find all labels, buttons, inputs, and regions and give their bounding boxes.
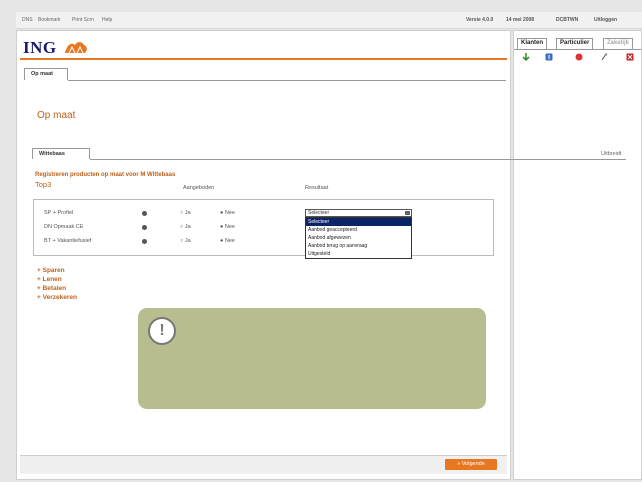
expand-link[interactable]: Uitbreidt (601, 151, 621, 157)
info-icon[interactable] (142, 225, 147, 230)
info-icon[interactable] (142, 239, 147, 244)
tab-wittebaas[interactable]: Wittebaas (32, 148, 90, 159)
dropdown-option[interactable]: Aanbod afgewezen (306, 234, 411, 242)
next-button[interactable]: » Volgende (445, 459, 497, 470)
section-subtitle: Top3 (35, 180, 52, 189)
version-label: Versie 4.0.0 (466, 17, 494, 23)
user-id-label: DCBTWN (556, 17, 579, 23)
radio-ja-label: Ja (184, 210, 191, 216)
link-sparen[interactable]: + Sparen (37, 267, 65, 274)
chevron-down-icon[interactable] (405, 211, 410, 215)
radio-ja[interactable]: ○ Ja (180, 224, 191, 230)
tab-particulier[interactable]: Particulier (556, 38, 594, 49)
result-select[interactable]: Selecteer (305, 209, 412, 217)
dropdown-option[interactable]: Aanbod terug op aanvraag (306, 242, 411, 250)
section-heading: Registreren producten op maat voor M Wit… (35, 172, 176, 178)
radio-nee-label: Nee (224, 224, 235, 230)
date-label: 14 mei 2008 (506, 17, 535, 23)
top-link-bookmark[interactable]: Bookmark (38, 17, 61, 23)
column-header-resultaat: Resultaat (305, 185, 329, 191)
radio-ja-label: Ja (184, 224, 191, 230)
dropdown-option[interactable]: Uitgesteld (306, 250, 411, 258)
next-button-label: Volgende (461, 461, 485, 467)
logout-link[interactable]: Uitloggen (594, 17, 617, 23)
radio-nee-label: Nee (224, 210, 235, 216)
radio-ja[interactable]: ○ Ja (180, 210, 191, 216)
radio-ja-label: Ja (184, 238, 191, 244)
pin-icon[interactable] (600, 53, 608, 61)
link-label: Verzekeren (42, 294, 77, 301)
link-label: Sparen (42, 267, 65, 274)
info-icon[interactable] (142, 211, 147, 216)
tab-divider (68, 80, 506, 81)
close-icon[interactable] (626, 53, 634, 61)
top-bar: DNS Bookmark Print Scrn Help Versie 4.0.… (16, 12, 642, 29)
radio-nee-label: Nee (224, 238, 235, 244)
notice-panel (138, 308, 486, 409)
radio-nee[interactable]: ● Nee (220, 224, 235, 230)
stop-icon[interactable] (575, 53, 583, 61)
radio-ja[interactable]: ○ Ja (180, 238, 191, 244)
lion-icon (65, 42, 87, 54)
top-link-print[interactable]: Print Scrn (72, 17, 94, 23)
result-options-list: Selecteer Aanbod geaccepteerd Aanbod afg… (305, 217, 412, 259)
product-label: SP + Profiel (44, 210, 74, 216)
product-label: BT + Vakantiefusief (44, 238, 92, 244)
exclamation-icon: ! (148, 317, 176, 345)
bottom-bar (20, 455, 507, 474)
tab-klanten[interactable]: Klanten (517, 38, 548, 49)
top-link-help[interactable]: Help (102, 17, 112, 23)
link-lenen[interactable]: + Lenen (37, 276, 62, 283)
result-select-value: Selecteer (308, 210, 330, 216)
top-link-dns[interactable]: DNS (22, 17, 33, 23)
side-panel (513, 30, 642, 480)
brand-divider (20, 58, 507, 60)
info-icon[interactable] (545, 53, 553, 61)
right-tab-divider (514, 49, 641, 50)
subtab-divider (90, 159, 626, 160)
dropdown-option[interactable]: Selecteer (306, 218, 411, 226)
link-verzekeren[interactable]: + Verzekeren (37, 294, 77, 301)
radio-nee[interactable]: ● Nee (220, 238, 235, 244)
tab-op-maat[interactable]: Op maat (24, 68, 68, 80)
page-title: Op maat (37, 110, 76, 121)
tab-zakelijk[interactable]: Zakelijk (603, 38, 634, 49)
link-betalen[interactable]: + Betalen (37, 285, 66, 292)
radio-nee[interactable]: ● Nee (220, 210, 235, 216)
column-header-aangeboden: Aangeboden (183, 185, 215, 191)
product-label: DN Opmaak CE (44, 224, 84, 230)
dropdown-option[interactable]: Aanbod geaccepteerd (306, 226, 411, 234)
brand-logo: ING (23, 38, 57, 57)
arrow-down-icon[interactable] (522, 53, 530, 61)
link-label: Betalen (42, 285, 67, 292)
link-label: Lenen (42, 276, 62, 283)
products-box (33, 199, 494, 256)
